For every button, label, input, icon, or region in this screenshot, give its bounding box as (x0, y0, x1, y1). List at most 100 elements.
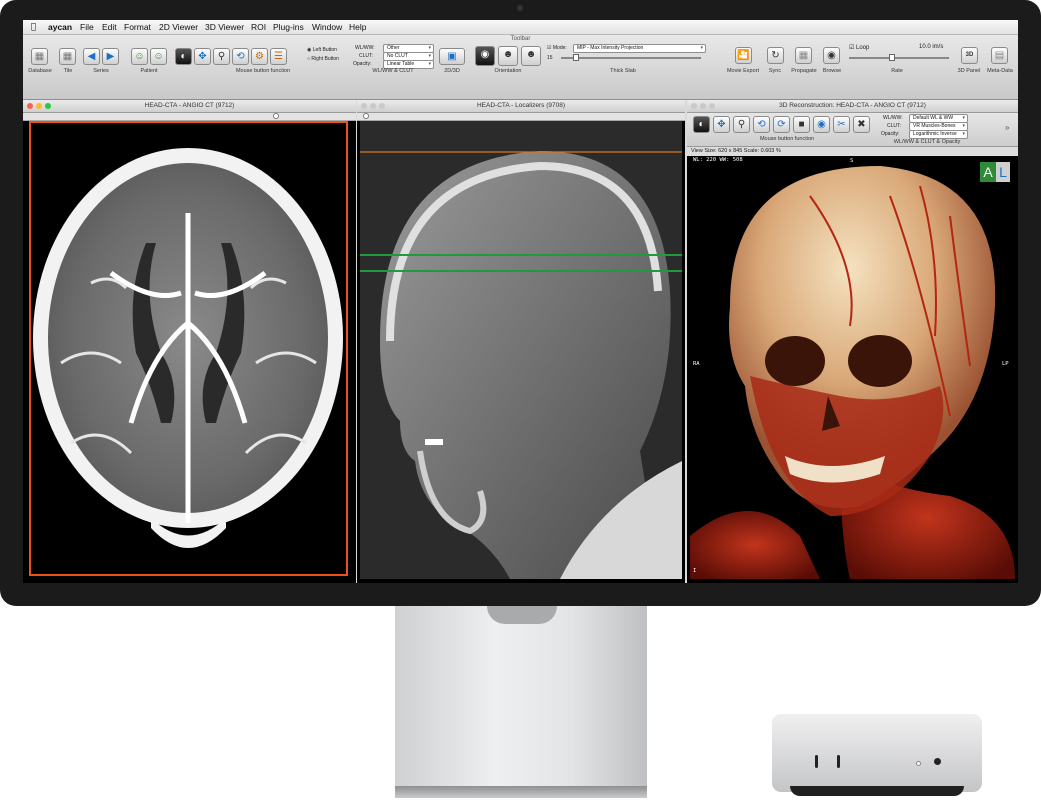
recon-opacity-popup[interactable]: Logarithmic Inverse (909, 130, 968, 139)
orientation-cube-l[interactable]: L (996, 162, 1010, 182)
orientation-top: S (850, 158, 854, 164)
orientation-bottom: I (693, 568, 697, 574)
meta-data-icon[interactable]: ▤ (991, 47, 1008, 64)
minimize-button[interactable] (370, 103, 376, 109)
roi-tool-icon[interactable]: ☰ (270, 48, 287, 65)
recon-3d-point-icon[interactable]: ◉ (813, 116, 830, 133)
zoom-tool-icon[interactable]: ⚲ (213, 48, 230, 65)
rotate-tool-icon[interactable]: ⟲ (232, 48, 249, 65)
menu-item-help[interactable]: Help (349, 20, 366, 34)
recon-wlww-label: WL/WW: (883, 115, 903, 121)
view-size-info: View Size: 620 x 845 Scale: 0.603 % (687, 147, 1018, 156)
scroll-tool-icon[interactable]: ⚙ (251, 48, 268, 65)
recon-zoom-tool-icon[interactable]: ⚲ (733, 116, 750, 133)
axial-orientation-icon[interactable]: ◉ (475, 46, 495, 66)
menu-item-format[interactable]: Format (124, 20, 151, 34)
recon-bone-removal-icon[interactable]: ✖ (853, 116, 870, 133)
3d-panel-icon[interactable]: 3D (961, 47, 978, 64)
rate-label: Rate (891, 68, 903, 74)
series-next-icon[interactable]: ▶ (102, 48, 119, 65)
loop-checkbox[interactable]: ☑ Loop (849, 44, 869, 51)
maximize-button[interactable] (709, 103, 715, 109)
recon-camera-tool-icon[interactable]: ■ (793, 116, 810, 133)
maximize-button[interactable] (45, 103, 51, 109)
orientation-cube-a[interactable]: A (980, 162, 996, 182)
recon-wlww-clut-opacity-label: WL/WW & CLUT & Opacity (893, 139, 961, 145)
coronal-orientation-icon[interactable]: ☻ (498, 46, 518, 66)
database-button[interactable]: ▦ (31, 48, 48, 65)
wlww-tool-icon[interactable]: ◐ (175, 48, 192, 65)
move-tool-icon[interactable]: ✥ (194, 48, 211, 65)
tile-button[interactable]: ▦ (59, 48, 76, 65)
movie-export-label: Movie Export (726, 68, 760, 74)
recon-move-tool-icon[interactable]: ✥ (713, 116, 730, 133)
axial-ct-image (33, 148, 343, 548)
menu-item-edit[interactable]: Edit (102, 20, 117, 34)
left-button-radio[interactable]: ◉ Left Button (307, 47, 337, 53)
series-previous-icon[interactable]: ◀ (83, 48, 100, 65)
wlww-clut-label: WL/WW & CLUT (372, 68, 414, 74)
mode-label: Mode: (552, 45, 567, 51)
right-button-radio[interactable]: ○ Right Button (307, 56, 339, 62)
localizer-image-viewport[interactable] (360, 121, 682, 579)
apple-menu-icon[interactable]:  (31, 20, 36, 34)
recon-fly-tool-icon[interactable]: ⟳ (773, 116, 790, 133)
axial-image-slider[interactable] (23, 113, 356, 121)
menu-item-window[interactable]: Window (312, 20, 342, 34)
mode-checkbox[interactable]: ☑ Mode: (547, 45, 567, 51)
propagate-label: Propagate (791, 68, 817, 74)
database-label: Database (28, 68, 52, 74)
3d-panel-label: 3D Panel (957, 68, 981, 74)
minimize-button[interactable] (700, 103, 706, 109)
axial-slider-knob[interactable] (273, 113, 279, 119)
slab-slider-knob[interactable] (573, 54, 579, 61)
tile-label: Tile (63, 68, 73, 74)
recon-wlww-tool-icon[interactable]: ◐ (693, 116, 710, 133)
localizer-slider-knob[interactable] (363, 113, 369, 119)
monitor-stand (395, 606, 647, 796)
orientation-label: Orientation (494, 68, 522, 74)
menu-item-2d-viewer[interactable]: 2D Viewer (159, 20, 198, 34)
menu-item-file[interactable]: File (80, 20, 94, 34)
axial-viewer-window: HEAD-CTA - ANGIO CT (9712) (23, 100, 356, 583)
menu-item-roi[interactable]: ROI (251, 20, 266, 34)
menu-item-3d-viewer[interactable]: 3D Viewer (205, 20, 244, 34)
minimize-button[interactable] (36, 103, 42, 109)
rate-slider[interactable] (849, 57, 949, 59)
mac-mini (772, 714, 982, 792)
close-button[interactable] (361, 103, 367, 109)
localizer-viewer-window: HEAD-CTA - Localizers (9708) (357, 100, 685, 583)
recon-rotate-tool-icon[interactable]: ⟲ (753, 116, 770, 133)
sagittal-orientation-icon[interactable]: ☻ (521, 46, 541, 66)
movie-export-icon[interactable]: 🎦 (735, 47, 752, 64)
shoulder-tissue (690, 511, 820, 579)
propagate-icon[interactable]: ▦ (795, 47, 812, 64)
axial-window-title: HEAD-CTA - ANGIO CT (9712) (144, 102, 235, 109)
localizer-image-slider[interactable] (357, 113, 685, 121)
close-button[interactable] (27, 103, 33, 109)
browse-label: Browse (822, 68, 842, 74)
patient-previous-icon[interactable]: ☺ (131, 48, 148, 65)
mac-mini-base (790, 786, 964, 796)
slab-value: 15 (547, 55, 553, 61)
close-button[interactable] (691, 103, 697, 109)
maximize-button[interactable] (379, 103, 385, 109)
patient-next-icon[interactable]: ☺ (150, 48, 167, 65)
browse-icon[interactable]: ◉ (823, 47, 840, 64)
menu-item-plugins[interactable]: Plug-ins (273, 20, 304, 34)
recon-opacity-label: Opacity: (881, 131, 900, 137)
axial-title-bar: HEAD-CTA - ANGIO CT (9712) (23, 100, 356, 113)
view-2d3d-icon[interactable]: ▣ (439, 48, 465, 65)
recon-clut-label: CLUT: (887, 123, 901, 129)
axial-image-viewport[interactable] (29, 121, 348, 576)
clut-label: CLUT: (359, 53, 373, 59)
menu-item-app[interactable]: aycan (48, 20, 72, 34)
rate-slider-knob[interactable] (889, 54, 895, 61)
mode-popup[interactable]: MIP - Max Intensity Projection (573, 44, 706, 53)
sync-icon[interactable]: ↻ (767, 47, 784, 64)
recon-image-viewport[interactable]: WL: 220 WW: 508 S RA LP I A L (690, 156, 1015, 579)
toolbar-overflow-icon[interactable]: » (1005, 123, 1009, 132)
localizer-window-title: HEAD-CTA - Localizers (9708) (476, 102, 566, 109)
recon-scissors-icon[interactable]: ✂ (833, 116, 850, 133)
slab-slider[interactable] (561, 57, 701, 59)
